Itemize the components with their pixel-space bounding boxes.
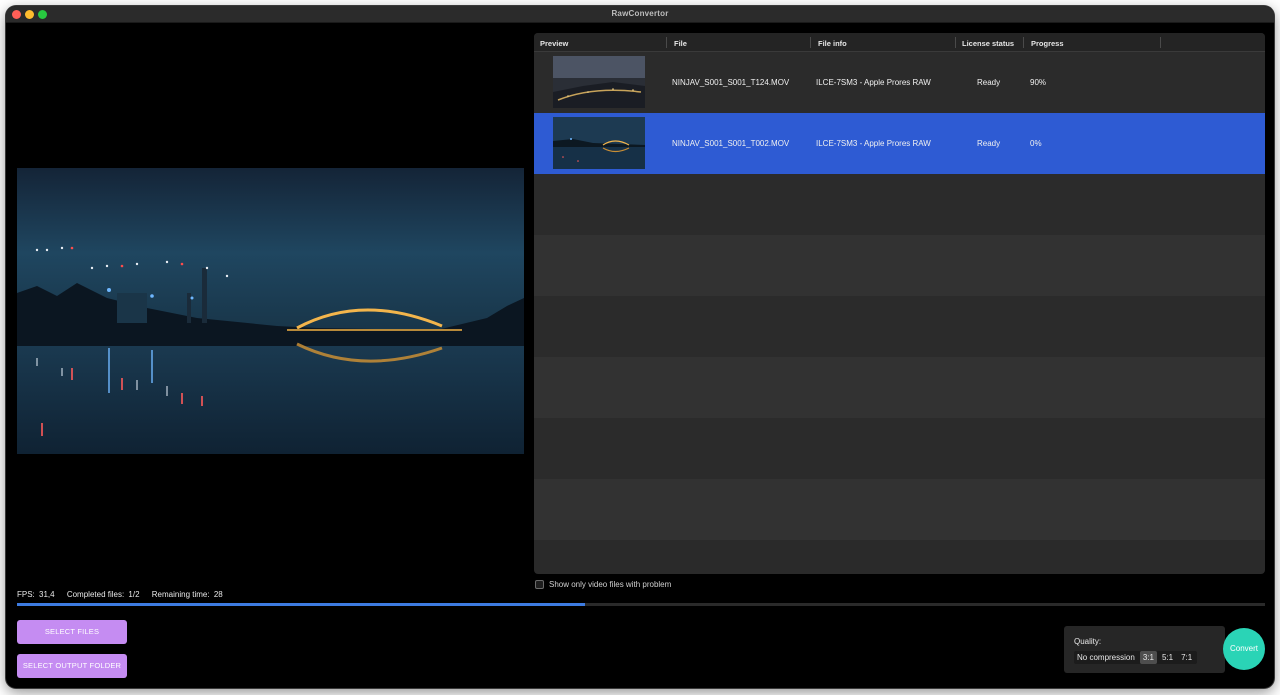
- fps-label: FPS:: [17, 590, 35, 599]
- file-info: ILCE-7SM3 - Apple Prores RAW: [816, 78, 931, 87]
- table-row[interactable]: NINJAV_S001_S001_T002.MOV ILCE-7SM3 - Ap…: [534, 113, 1265, 174]
- show-problem-checkbox[interactable]: [535, 580, 544, 589]
- quality-option-7-1[interactable]: 7:1: [1178, 651, 1195, 664]
- completed-value: 1/2: [128, 590, 140, 599]
- column-header-preview[interactable]: Preview: [540, 39, 568, 48]
- quality-option-5-1[interactable]: 5:1: [1159, 651, 1176, 664]
- overall-progress-fill: [17, 603, 585, 606]
- video-thumbnail: [553, 117, 645, 169]
- file-info: ILCE-7SM3 - Apple Prores RAW: [816, 139, 931, 148]
- quality-option-3-1[interactable]: 3:1: [1139, 651, 1157, 664]
- select-files-button[interactable]: SELECT FILES: [17, 620, 127, 644]
- empty-row: [534, 479, 1265, 540]
- problem-filter[interactable]: Show only video files with problem: [535, 580, 671, 589]
- table-row[interactable]: NINJAV_S001_S001_T124.MOV ILCE-7SM3 - Ap…: [534, 52, 1265, 113]
- table-header: Preview File File info License status Pr…: [534, 33, 1265, 52]
- license-status: Ready: [977, 139, 1001, 148]
- column-header-file[interactable]: File: [674, 39, 687, 48]
- status-line: FPS: 31,4 Completed files: 1/2 Remaining…: [17, 590, 225, 599]
- file-table: Preview File File info License status Pr…: [534, 33, 1265, 574]
- app-window: RawConvertor Preview File File info Lice…: [6, 6, 1274, 688]
- empty-row: [534, 296, 1265, 357]
- file-name: NINJAV_S001_S001_T124.MOV: [672, 78, 790, 87]
- quality-option-no-compression[interactable]: No compression: [1074, 651, 1138, 664]
- empty-row: [534, 418, 1265, 479]
- title-bar: RawConvertor: [6, 6, 1274, 23]
- convert-button[interactable]: Convert: [1223, 628, 1265, 670]
- quality-panel: Quality: No compression 3:1 5:1 7:1: [1064, 626, 1225, 673]
- select-output-folder-button[interactable]: SELECT OUTPUT FOLDER: [17, 654, 127, 678]
- window-title: RawConvertor: [611, 9, 669, 18]
- empty-row: [534, 235, 1265, 296]
- show-problem-label: Show only video files with problem: [549, 580, 672, 589]
- remaining-value: 28: [213, 590, 223, 599]
- empty-row: [534, 357, 1265, 418]
- license-status: Ready: [977, 78, 1001, 87]
- progress-value: 90%: [1030, 78, 1047, 87]
- completed-label: Completed files:: [66, 590, 125, 599]
- empty-row: [534, 174, 1265, 235]
- quality-label: Quality:: [1074, 637, 1102, 646]
- night-bridge-image: [17, 168, 524, 454]
- video-thumbnail: [553, 56, 645, 108]
- remaining-label: Remaining time:: [151, 590, 210, 599]
- progress-value: 0%: [1030, 139, 1042, 148]
- file-name: NINJAV_S001_S001_T002.MOV: [672, 139, 790, 148]
- quality-segmented-control: No compression 3:1 5:1 7:1: [1074, 651, 1198, 664]
- column-header-progress[interactable]: Progress: [1031, 39, 1064, 48]
- column-header-license-status[interactable]: License status: [962, 39, 1014, 48]
- table-body: NINJAV_S001_S001_T124.MOV ILCE-7SM3 - Ap…: [534, 52, 1265, 540]
- video-preview: [17, 168, 524, 454]
- column-header-file-info[interactable]: File info: [818, 39, 847, 48]
- fps-value: 31,4: [39, 590, 55, 599]
- overall-progress-bar: [17, 603, 1265, 606]
